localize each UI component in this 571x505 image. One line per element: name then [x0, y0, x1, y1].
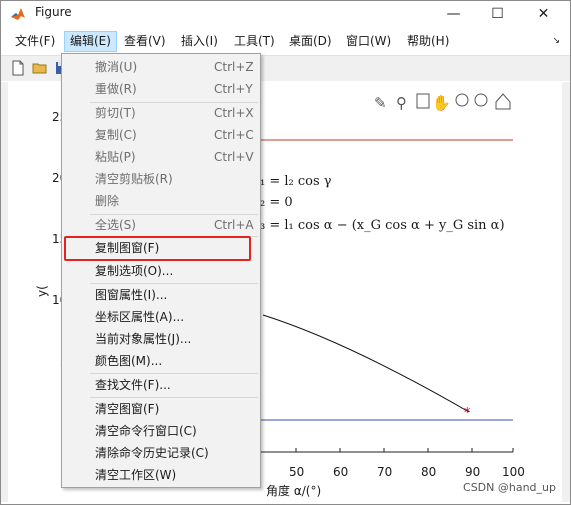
minimize-button[interactable]: —	[431, 1, 476, 27]
export-icon[interactable]	[416, 93, 430, 109]
highlight-annotation-box	[64, 236, 251, 261]
menu-item-cut[interactable]: 剪切(T) Ctrl+X	[62, 102, 260, 124]
series-black-curve	[262, 314, 470, 413]
menu-item-clear-command-window[interactable]: 清空命令行窗口(C)	[62, 420, 260, 442]
menu-item-redo[interactable]: 重做(R) Ctrl+Y	[62, 78, 260, 100]
menu-item-copy-options[interactable]: 复制选项(O)...	[62, 260, 260, 282]
x-tick-80: 80	[421, 465, 436, 479]
menu-help[interactable]: 帮助(H)	[402, 31, 454, 52]
x-tick-60: 60	[333, 465, 348, 479]
matlab-icon	[11, 8, 25, 20]
x-tick-50: 50	[289, 465, 304, 479]
menu-item-figure-properties[interactable]: 图窗属性(I)...	[62, 284, 260, 306]
menu-item-select-all[interactable]: 全选(S) Ctrl+A	[62, 214, 260, 236]
x-tick-70: 70	[377, 465, 392, 479]
menu-item-clear-figure[interactable]: 清空图窗(F)	[62, 398, 260, 420]
home-icon[interactable]	[495, 93, 511, 110]
zoom-out-icon[interactable]	[474, 93, 488, 107]
new-file-icon[interactable]	[9, 59, 27, 77]
x-tick-90: 90	[465, 465, 480, 479]
zoom-in-icon[interactable]	[455, 93, 469, 107]
axes-toolbar: ✎ ⚲ ✋	[374, 93, 511, 112]
menu-item-axes-properties[interactable]: 坐标区属性(A)...	[62, 306, 260, 328]
edit-menu-dropdown: 撤消(U) Ctrl+Z 重做(R) Ctrl+Y 剪切(T) Ctrl+X 复…	[61, 53, 261, 488]
menu-item-paste[interactable]: 粘贴(P) Ctrl+V	[62, 146, 260, 168]
data-tips-icon[interactable]: ✎	[374, 94, 387, 112]
menu-item-current-object-properties[interactable]: 当前对象属性(J)...	[62, 328, 260, 350]
menu-item-find-files[interactable]: 查找文件(F)...	[62, 374, 260, 396]
menu-item-colormap[interactable]: 颜色图(M)...	[62, 350, 260, 372]
open-folder-icon[interactable]	[31, 59, 49, 77]
menu-desktop[interactable]: 桌面(D)	[284, 31, 337, 52]
brush-icon[interactable]: ⚲	[396, 94, 407, 112]
equation-2: ₂ = 0	[260, 195, 293, 210]
menu-bar: 文件(F) 编辑(E) 查看(V) 插入(I) 工具(T) 桌面(D) 窗口(W…	[1, 28, 570, 54]
menu-item-clear-workspace[interactable]: 清空工作区(W)	[62, 464, 260, 486]
menu-item-clear-command-history[interactable]: 清除命令历史记录(C)	[62, 442, 260, 464]
right-frame	[561, 82, 570, 502]
watermark: CSDN @hand_up	[463, 481, 556, 494]
menu-item-clear-clipboard[interactable]: 清空剪贴板(R)	[62, 168, 260, 190]
equation-1: ₁ = l₂ cos γ	[260, 174, 332, 189]
menu-item-copy[interactable]: 复制(C) Ctrl+C	[62, 124, 260, 146]
x-axis-label: 角度 α/(°)	[266, 483, 321, 498]
menu-item-delete[interactable]: 删除	[62, 190, 260, 212]
close-button[interactable]: ✕	[521, 1, 566, 27]
end-point-marker: *	[464, 406, 471, 421]
menu-view[interactable]: 查看(V)	[119, 31, 171, 52]
window-title: Figure	[35, 5, 72, 19]
x-tick-100: 100	[502, 465, 525, 479]
menu-insert[interactable]: 插入(I)	[176, 31, 223, 52]
menu-tools[interactable]: 工具(T)	[229, 31, 280, 52]
title-bar[interactable]: Figure — ☐ ✕	[1, 1, 570, 27]
left-frame	[1, 82, 8, 502]
menu-edit[interactable]: 编辑(E)	[64, 31, 117, 52]
menu-file[interactable]: 文件(F)	[10, 31, 60, 52]
menu-dock-arrow-icon[interactable]: ↘	[552, 36, 560, 46]
menu-item-undo[interactable]: 撤消(U) Ctrl+Z	[62, 56, 260, 78]
menu-window[interactable]: 窗口(W)	[341, 31, 396, 52]
equation-3: ₃ = l₁ cos α − (x_G cos α + y_G sin α)	[260, 218, 505, 233]
y-axis-label: y(	[35, 285, 49, 297]
maximize-button[interactable]: ☐	[475, 1, 520, 27]
pan-icon[interactable]: ✋	[432, 94, 451, 112]
